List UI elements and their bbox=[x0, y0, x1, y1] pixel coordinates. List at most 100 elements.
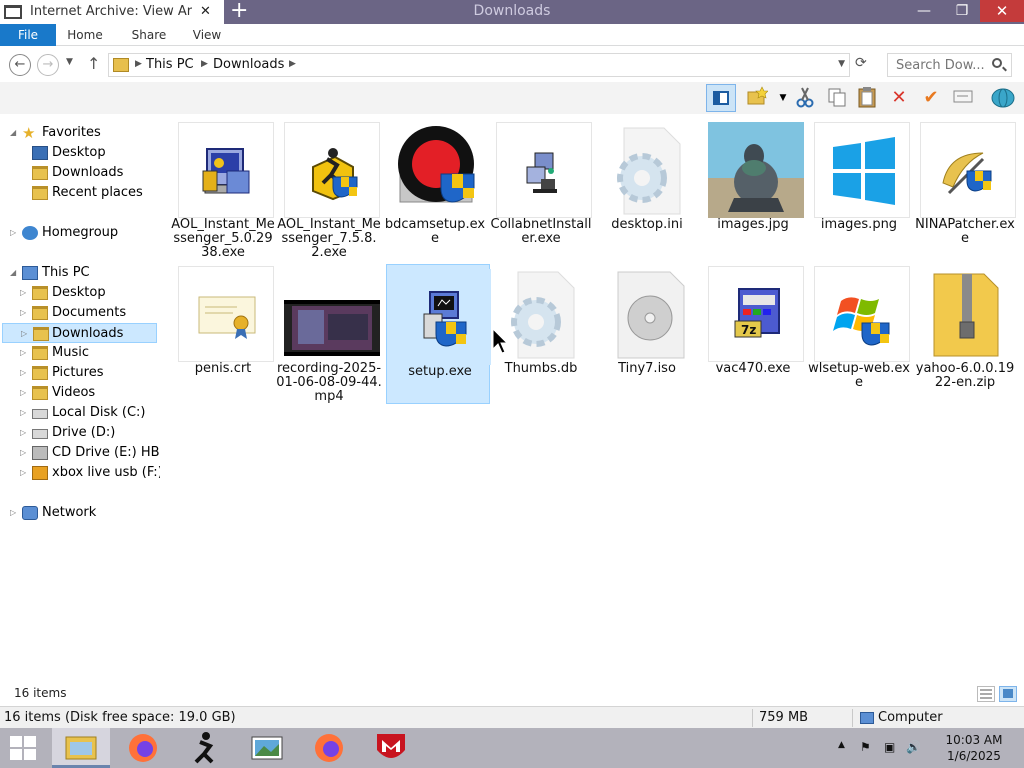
recent-places-icon bbox=[32, 186, 48, 200]
cd-drive-icon bbox=[32, 446, 48, 460]
file-item[interactable]: AOL_Instant_Messenger_5.0.2938.exe bbox=[170, 118, 275, 260]
nav-fav-recent-places[interactable]: Recent places bbox=[20, 183, 160, 203]
collapse-arrow-icon[interactable]: ◢ bbox=[10, 123, 20, 143]
taskbar-firefox-2[interactable] bbox=[300, 728, 358, 768]
nav-pc-documents[interactable]: ▷ Documents bbox=[20, 303, 160, 323]
file-item[interactable]: bdcamsetup.exe bbox=[382, 118, 486, 258]
network-tray-icon[interactable]: ▣ bbox=[884, 740, 895, 754]
arrow-right-icon: → bbox=[42, 57, 54, 72]
paste-button[interactable] bbox=[854, 86, 880, 110]
expand-arrow-icon[interactable]: ▷ bbox=[20, 423, 30, 443]
new-folder-button[interactable] bbox=[744, 86, 770, 110]
file-item[interactable]: Tiny7.iso bbox=[594, 262, 698, 402]
tab-home[interactable]: Home bbox=[60, 24, 110, 46]
close-button[interactable]: ✕ bbox=[980, 0, 1024, 22]
tab-file[interactable]: File bbox=[0, 24, 56, 46]
file-item[interactable]: wlsetup-web.exe bbox=[806, 262, 910, 402]
delete-button[interactable]: ✕ bbox=[886, 86, 912, 110]
expand-arrow-icon[interactable]: ▷ bbox=[20, 443, 30, 463]
file-item[interactable]: images.jpg bbox=[700, 118, 804, 258]
expand-arrow-icon[interactable]: ▷ bbox=[10, 503, 20, 523]
search-input[interactable] bbox=[888, 54, 988, 76]
cut-button[interactable] bbox=[792, 86, 818, 110]
properties-button[interactable] bbox=[990, 86, 1016, 110]
breadcrumb-downloads[interactable]: Downloads bbox=[213, 57, 284, 72]
maximize-button[interactable]: ❐ bbox=[946, 0, 978, 22]
file-item[interactable]: CollabnetInstaller.exe bbox=[488, 118, 592, 258]
start-button[interactable] bbox=[10, 736, 38, 760]
search-box[interactable] bbox=[887, 53, 1012, 77]
nav-pc-pictures[interactable]: ▷ Pictures bbox=[20, 363, 160, 383]
details-view-button[interactable] bbox=[977, 686, 995, 702]
details-view-icon bbox=[980, 689, 992, 699]
expand-arrow-icon[interactable]: ▷ bbox=[20, 363, 30, 383]
search-icon[interactable] bbox=[992, 58, 1002, 68]
tab-view[interactable]: View bbox=[184, 24, 230, 46]
file-item[interactable]: NINAPatcher.exe bbox=[912, 118, 1016, 258]
back-button[interactable]: ← bbox=[9, 54, 31, 76]
expand-arrow-icon[interactable]: ▷ bbox=[20, 383, 30, 403]
taskbar-file-explorer[interactable] bbox=[52, 728, 110, 768]
taskbar-photos[interactable] bbox=[238, 728, 296, 768]
nav-fav-downloads[interactable]: Downloads bbox=[20, 163, 160, 183]
taskbar-aim[interactable] bbox=[176, 728, 234, 768]
file-item[interactable]: penis.crt bbox=[170, 262, 274, 402]
recent-locations-dropdown[interactable]: ▼ bbox=[66, 57, 73, 67]
expand-arrow-icon[interactable]: ▷ bbox=[21, 324, 31, 342]
breadcrumb-separator-icon[interactable]: ▶ bbox=[289, 59, 296, 69]
nav-pc-music[interactable]: ▷ Music bbox=[20, 343, 160, 363]
tab-close-icon[interactable]: ✕ bbox=[200, 4, 211, 19]
taskbar-firefox[interactable] bbox=[114, 728, 172, 768]
file-item[interactable]: recording-2025-01-06-08-09-44.mp4 bbox=[276, 262, 382, 404]
system-clock[interactable]: 10:03 AM 1/6/2025 bbox=[920, 732, 1024, 764]
file-view: AOL_Instant_Messenger_5.0.2938.exe AOL_I… bbox=[170, 118, 1024, 678]
expand-arrow-icon[interactable]: ▷ bbox=[10, 223, 20, 243]
expand-arrow-icon[interactable]: ▷ bbox=[20, 403, 30, 423]
address-bar[interactable]: ▶ This PC ▶ Downloads ▶ ▼ bbox=[108, 53, 850, 77]
nav-network[interactable]: ▷ Network bbox=[10, 503, 160, 523]
breadcrumb-this-pc[interactable]: This PC bbox=[146, 57, 194, 72]
forward-button[interactable]: → bbox=[37, 54, 59, 76]
rename-button[interactable] bbox=[950, 86, 976, 110]
file-item[interactable]: AOL_Instant_Messenger_7.5.8.2.exe bbox=[276, 118, 381, 260]
nav-homegroup[interactable]: ▷ Homegroup bbox=[10, 223, 160, 243]
collapse-arrow-icon[interactable]: ◢ bbox=[10, 263, 20, 283]
check-button[interactable]: ✔ bbox=[918, 86, 944, 110]
nav-pc-local-disk-c[interactable]: ▷ Local Disk (C:) bbox=[20, 403, 160, 423]
large-icons-view-button[interactable] bbox=[999, 686, 1017, 702]
nav-pc-cd-drive-e[interactable]: ▷ CD Drive (E:) HBC bbox=[20, 443, 160, 463]
layout-pane-button[interactable] bbox=[706, 84, 736, 112]
minimize-button[interactable]: — bbox=[908, 0, 940, 22]
expand-arrow-icon[interactable]: ▷ bbox=[20, 303, 30, 323]
nav-pc-downloads[interactable]: ▷ Downloads bbox=[2, 323, 157, 343]
nav-pc-desktop[interactable]: ▷ Desktop bbox=[20, 283, 160, 303]
volume-icon[interactable]: 🔊 bbox=[906, 740, 921, 754]
tab-share[interactable]: Share bbox=[124, 24, 174, 46]
nav-this-pc[interactable]: ◢ This PC bbox=[10, 263, 160, 283]
breadcrumb-separator-icon[interactable]: ▶ bbox=[135, 59, 142, 69]
copy-button[interactable] bbox=[824, 86, 850, 110]
file-item-selected[interactable]: setup.exe bbox=[386, 264, 491, 404]
expand-arrow-icon[interactable]: ▷ bbox=[20, 343, 30, 363]
new-tab-button[interactable]: + bbox=[230, 0, 248, 23]
taskbar-mcafee[interactable] bbox=[362, 728, 420, 768]
file-item[interactable]: 7z vac470.exe bbox=[700, 262, 804, 402]
file-item[interactable]: yahoo-6.0.0.1922-en.zip bbox=[912, 262, 1016, 402]
nav-pc-videos[interactable]: ▷ Videos bbox=[20, 383, 160, 403]
breadcrumb-separator-icon[interactable]: ▶ bbox=[201, 59, 208, 69]
show-hidden-icons-icon[interactable]: ▲ bbox=[838, 740, 845, 750]
expand-arrow-icon[interactable]: ▷ bbox=[20, 283, 30, 303]
action-center-flag-icon[interactable]: ⚑ bbox=[860, 740, 871, 754]
mouse-cursor-icon bbox=[492, 328, 508, 354]
nav-favorites[interactable]: ◢ ★ Favorites bbox=[10, 123, 160, 143]
up-button[interactable]: ↑ bbox=[87, 54, 100, 73]
expand-arrow-icon[interactable]: ▷ bbox=[20, 463, 30, 483]
nav-fav-desktop[interactable]: Desktop bbox=[20, 143, 160, 163]
refresh-icon[interactable]: ⟳ bbox=[855, 55, 867, 71]
browser-tab[interactable]: Internet Archive: View Arc ✕ bbox=[0, 0, 224, 24]
nav-pc-drive-d[interactable]: ▷ Drive (D:) bbox=[20, 423, 160, 443]
nav-pc-xbox-usb-f[interactable]: ▷ xbox live usb (F:) bbox=[20, 463, 160, 483]
file-item[interactable]: desktop.ini bbox=[594, 118, 698, 258]
file-item[interactable]: images.png bbox=[806, 118, 910, 258]
address-dropdown-icon[interactable]: ▼ bbox=[838, 59, 845, 69]
